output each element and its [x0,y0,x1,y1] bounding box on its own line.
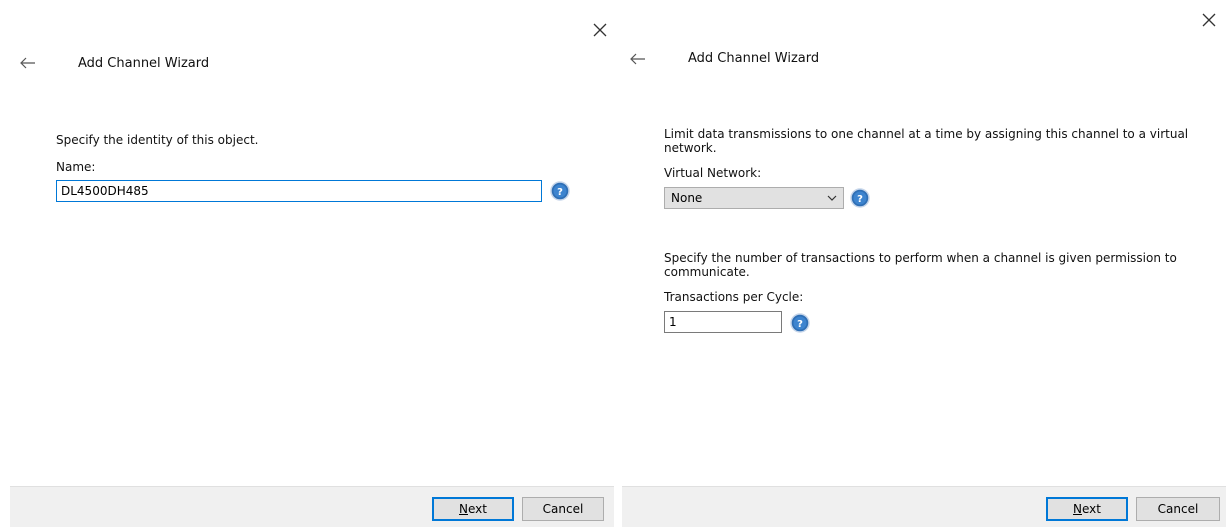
next-button[interactable]: Next [1046,497,1128,521]
next-button[interactable]: Next [432,497,514,521]
wizard-title: Add Channel Wizard [688,51,820,66]
wizard-footer: Next Cancel [10,486,614,527]
back-arrow-icon [630,53,645,65]
help-icon[interactable]: ? [790,313,810,333]
cancel-button[interactable]: Cancel [1136,497,1220,521]
wizard-footer: Next Cancel [622,486,1226,527]
svg-text:?: ? [857,194,863,205]
chevron-down-icon [827,195,837,201]
help-icon[interactable]: ? [850,188,870,208]
transactions-instruction-cont: communicate. [664,265,750,279]
svg-text:?: ? [557,187,563,198]
name-label: Name: [56,160,96,174]
virtual-network-selected: None [671,191,703,205]
close-icon [1202,13,1216,27]
virtual-network-label: Virtual Network: [664,166,762,180]
wizard-panel-virtual-network: Add Channel Wizard Limit data transmissi… [614,0,1226,527]
virtual-network-select[interactable]: None [664,187,844,209]
virtual-network-instruction-cont: network. [664,141,717,155]
transactions-label: Transactions per Cycle: [664,290,804,304]
close-button[interactable] [588,18,612,42]
cancel-button[interactable]: Cancel [522,497,604,521]
close-icon [593,23,607,37]
svg-text:?: ? [797,319,803,330]
virtual-network-instruction: Limit data transmissions to one channel … [664,127,1189,141]
transactions-per-cycle-input[interactable] [664,311,782,333]
name-input[interactable] [56,180,542,202]
help-icon[interactable]: ? [550,181,570,201]
back-button[interactable] [624,48,652,70]
back-arrow-icon [20,57,35,69]
transactions-instruction: Specify the number of transactions to pe… [664,251,1177,265]
wizard-panel-identity: Add Channel Wizard Specify the identity … [0,0,614,527]
identity-instruction: Specify the identity of this object. [56,133,259,147]
close-button[interactable] [1197,8,1221,32]
back-button[interactable] [14,52,42,74]
wizard-title: Add Channel Wizard [78,56,210,71]
